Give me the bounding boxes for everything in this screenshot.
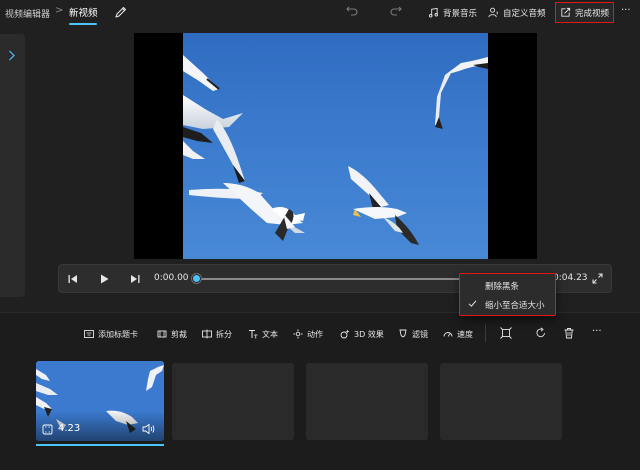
resize-icon[interactable] — [500, 327, 512, 339]
split-button[interactable]: 拆分 — [202, 328, 232, 340]
motion-button[interactable]: 动作 — [293, 328, 323, 340]
motion-label: 动作 — [307, 329, 323, 339]
app-title-link[interactable]: 视频编辑器 — [5, 7, 50, 20]
more-options-button[interactable]: ··· — [621, 5, 631, 16]
clip-duration: 4.23 — [58, 423, 81, 434]
resize-options-menu: 删除黑条 缩小至合适大小 — [459, 273, 556, 316]
trim-icon — [157, 330, 167, 338]
top-bar: 视频编辑器 > 新视频 背景音乐 自定义音频 完成视频 ··· — [0, 0, 640, 28]
trim-button[interactable]: 剪裁 — [157, 328, 187, 340]
redo-icon[interactable] — [389, 4, 403, 18]
duration-icon — [42, 424, 53, 435]
text-label: 文本 — [262, 329, 278, 339]
empty-clip-slot — [440, 363, 562, 440]
speed-button[interactable]: 速度 — [443, 328, 473, 340]
add-title-card-label: 添加标题卡 — [98, 329, 138, 339]
seagulls-image — [183, 55, 488, 245]
filters-icon — [399, 329, 407, 338]
custom-audio-label: 自定义音频 — [503, 8, 546, 19]
title-card-icon — [84, 330, 94, 338]
trim-label: 剪裁 — [171, 329, 187, 339]
storyboard-clip[interactable]: 4.23 — [36, 361, 164, 441]
checkmark-icon — [468, 300, 477, 307]
expand-icon[interactable] — [592, 273, 603, 284]
rotate-icon[interactable] — [535, 327, 547, 339]
project-title[interactable]: 新视频 — [69, 5, 98, 19]
previous-frame-icon[interactable] — [67, 273, 79, 285]
share-icon — [561, 7, 571, 17]
3d-effects-button[interactable]: 3D 效果 — [340, 328, 384, 340]
split-icon — [202, 329, 212, 339]
filters-label: 滤镜 — [412, 329, 428, 339]
next-frame-icon[interactable] — [129, 273, 141, 285]
speaker-icon[interactable] — [142, 423, 156, 435]
delete-icon[interactable] — [563, 327, 575, 339]
video-preview[interactable] — [134, 33, 537, 259]
current-time: 0:00.00 — [154, 273, 189, 283]
breadcrumb-separator: > — [55, 5, 64, 16]
active-tab-indicator — [69, 23, 97, 25]
3d-effects-icon — [340, 329, 350, 339]
undo-icon[interactable] — [345, 4, 359, 18]
seek-track[interactable] — [196, 278, 459, 280]
empty-clip-slot — [172, 363, 294, 440]
total-time: 0:04.23 — [553, 273, 588, 283]
preview-frame-seagulls — [183, 33, 488, 259]
motion-icon — [293, 329, 303, 339]
chevron-right-icon[interactable] — [7, 50, 16, 61]
music-note-icon — [429, 7, 438, 18]
play-icon[interactable] — [98, 273, 110, 285]
finish-video-label: 完成视频 — [574, 8, 609, 19]
clip-selection-indicator — [36, 444, 164, 446]
speed-icon — [443, 332, 453, 337]
menu-item-remove-black-bars[interactable]: 删除黑条 — [460, 276, 555, 295]
text-button[interactable]: 文本 — [248, 328, 278, 340]
background-music-button[interactable]: 背景音乐 — [428, 3, 477, 22]
menu-item-label: 缩小至合适大小 — [485, 301, 545, 311]
text-icon — [249, 330, 258, 339]
menu-item-shrink-to-fit[interactable]: 缩小至合适大小 — [460, 295, 555, 314]
finish-video-button[interactable]: 完成视频 — [555, 2, 614, 23]
pencil-icon[interactable] — [113, 4, 127, 20]
seek-thumb[interactable] — [191, 274, 201, 283]
background-music-label: 背景音乐 — [443, 8, 478, 19]
empty-clip-slot — [306, 363, 428, 440]
add-title-card-button[interactable]: 添加标题卡 — [84, 328, 138, 340]
storyboard-more-button[interactable]: ··· — [592, 326, 602, 337]
toolbar-divider — [485, 324, 486, 342]
person-audio-icon — [488, 7, 498, 18]
speed-label: 速度 — [457, 329, 473, 339]
split-label: 拆分 — [216, 329, 232, 339]
custom-audio-button[interactable]: 自定义音频 — [488, 3, 546, 22]
menu-item-label: 删除黑条 — [485, 282, 520, 292]
collapsed-library-panel[interactable] — [0, 34, 25, 297]
3d-effects-label: 3D 效果 — [354, 329, 384, 339]
filters-button[interactable]: 滤镜 — [398, 328, 428, 340]
